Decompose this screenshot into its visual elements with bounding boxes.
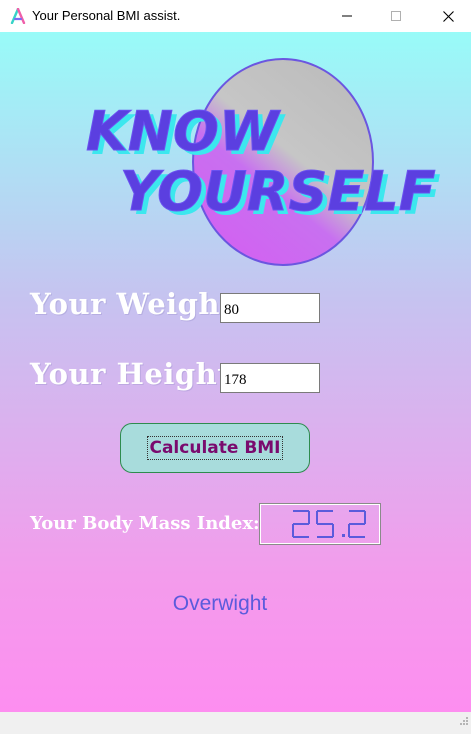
hero-line1: KNOW [86, 100, 281, 163]
resize-grip-icon[interactable] [457, 713, 469, 732]
calculate-bmi-label: Calculate BMI [147, 436, 283, 460]
maximize-button[interactable] [373, 0, 419, 32]
hero-line2: YOURSELF [120, 160, 436, 223]
minimize-button[interactable] [324, 0, 370, 32]
app-logo-icon [10, 7, 26, 25]
maximize-icon [391, 11, 401, 21]
weight-input[interactable] [220, 293, 320, 323]
window-title: Your Personal BMI assist. [32, 8, 181, 23]
close-icon [442, 10, 454, 22]
status-bar [0, 712, 471, 734]
bmi-category-text: Overwight [172, 592, 268, 615]
height-label: Your Height [30, 357, 232, 391]
bmi-lcd-display [259, 503, 381, 545]
lcd-decimal-point [342, 534, 345, 537]
hero-logo: KNOW KNOW YOURSELF YOURSELF [86, 58, 441, 266]
close-button[interactable] [425, 0, 471, 32]
weight-label: Your Weight [30, 287, 234, 321]
calculate-bmi-button[interactable]: Calculate BMI [120, 423, 310, 473]
bmi-lcd-digits [292, 510, 366, 538]
height-input[interactable] [220, 363, 320, 393]
minimize-icon [342, 11, 352, 21]
app-content: KNOW KNOW YOURSELF YOURSELF Your Weight … [0, 32, 471, 712]
title-bar: Your Personal BMI assist. [0, 0, 471, 32]
bmi-result-label: Your Body Mass Index: [30, 513, 260, 534]
